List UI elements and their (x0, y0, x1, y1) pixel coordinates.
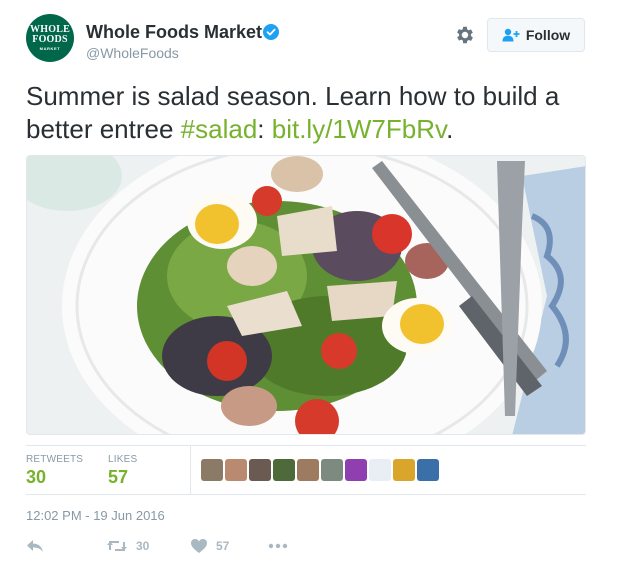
follow-label: Follow (525, 27, 571, 43)
liker-avatar[interactable] (249, 459, 271, 481)
liker-avatar[interactable] (417, 459, 439, 481)
follow-button[interactable]: Follow (487, 18, 585, 52)
retweets-stat[interactable]: RETWEETS 30 (26, 454, 83, 488)
url-link[interactable]: bit.ly/1W7FbRv (272, 114, 446, 144)
tweet-text-part3: . (446, 114, 454, 144)
like-action-count: 57 (216, 539, 230, 553)
avatar-text-line3: MARKET (39, 46, 61, 51)
reply-icon (27, 540, 43, 552)
liker-avatars (201, 459, 439, 481)
verified-icon (263, 24, 279, 40)
heart-icon (191, 539, 207, 553)
display-name[interactable]: Whole Foods Market (86, 22, 262, 43)
salad-photo-illustration (27, 156, 585, 434)
tweet-text-part2: : (257, 114, 272, 144)
handle[interactable]: @WholeFoods (86, 45, 179, 61)
tweet-text: Summer is salad season. Learn how to bui… (26, 80, 596, 146)
gear-icon[interactable] (454, 24, 476, 46)
retweet-icon (107, 541, 127, 551)
liker-avatar[interactable] (273, 459, 295, 481)
liker-avatar[interactable] (345, 459, 367, 481)
stats-divider (190, 446, 191, 494)
retweet-button[interactable]: 30 (106, 538, 149, 554)
follow-person-icon (502, 28, 520, 42)
liker-avatar[interactable] (321, 459, 343, 481)
avatar-text-line2: FOODS (32, 34, 68, 45)
reply-button[interactable] (26, 538, 44, 554)
like-button[interactable]: 57 (190, 538, 229, 554)
likes-label: LIKES (108, 454, 138, 465)
more-button[interactable] (268, 540, 288, 552)
retweet-action-count: 30 (136, 539, 150, 553)
engagement-stats: RETWEETS 30 LIKES 57 (26, 445, 586, 495)
retweets-label: RETWEETS (26, 454, 84, 465)
avatar[interactable]: WHOLE FOODS MARKET (26, 14, 74, 62)
hashtag-link[interactable]: #salad (181, 114, 258, 144)
liker-avatar[interactable] (225, 459, 247, 481)
liker-avatar[interactable] (393, 459, 415, 481)
tweet-photo[interactable] (26, 155, 586, 435)
liker-avatar[interactable] (201, 459, 223, 481)
likes-count: 57 (108, 467, 129, 487)
liker-avatar[interactable] (297, 459, 319, 481)
likes-stat[interactable]: LIKES 57 (108, 454, 137, 488)
liker-avatar[interactable] (369, 459, 391, 481)
tweet-timestamp[interactable]: 12:02 PM - 19 Jun 2016 (26, 508, 165, 523)
retweets-count: 30 (26, 467, 47, 487)
more-icon (268, 543, 288, 549)
